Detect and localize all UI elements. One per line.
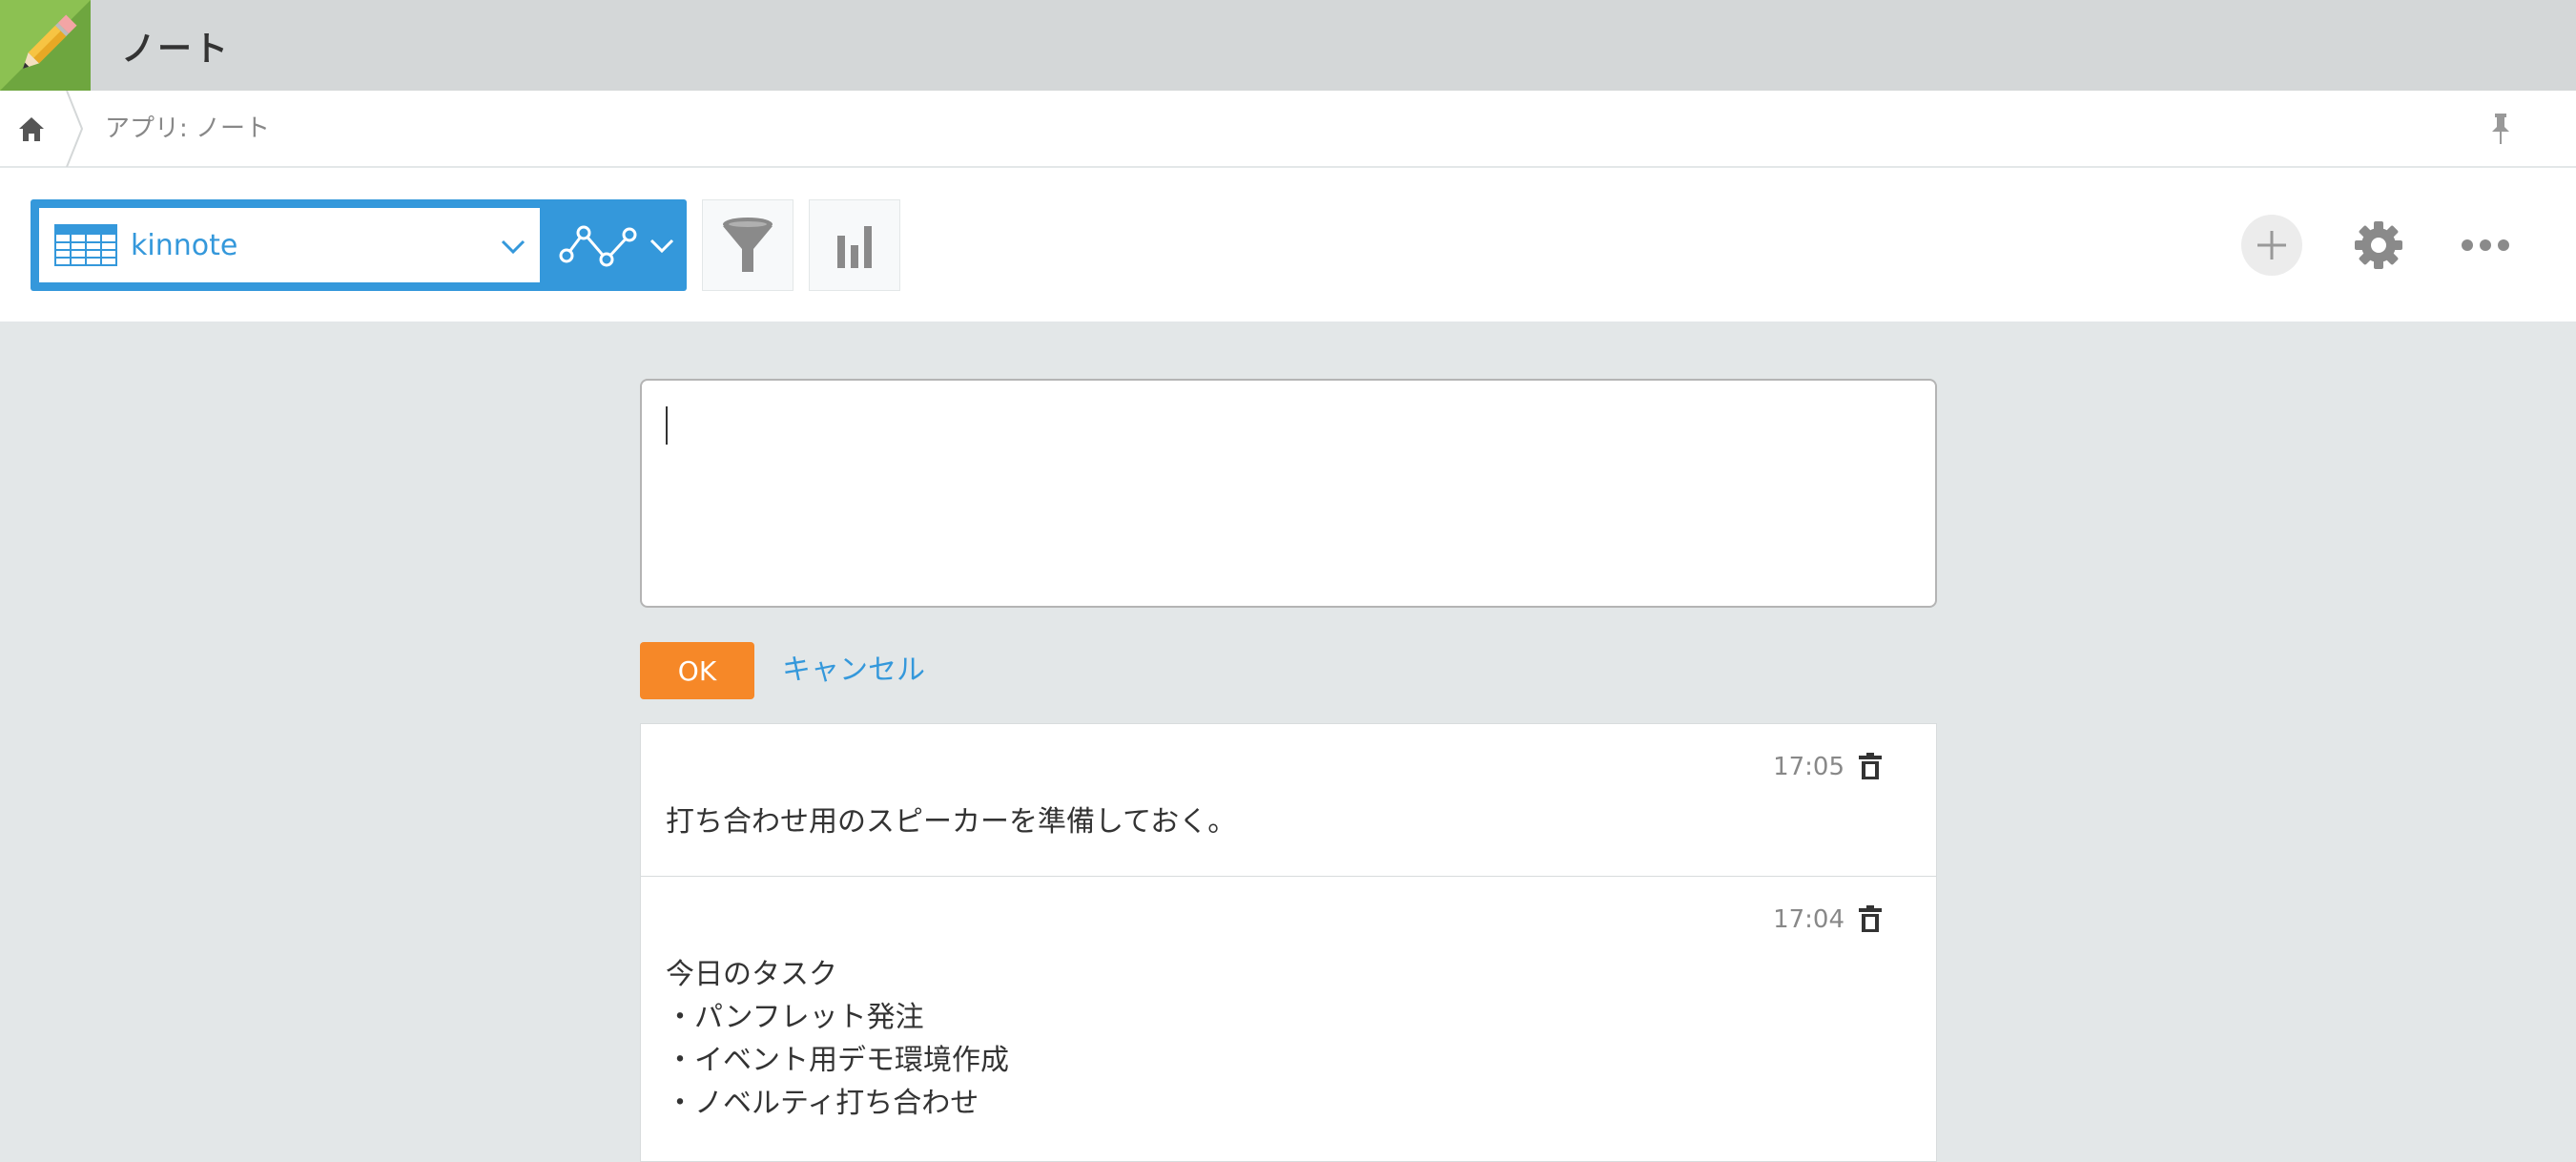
note-line: 打ち合わせ用のスピーカーを準備しておく。 — [666, 805, 1237, 839]
more-button[interactable] — [2455, 215, 2516, 276]
table-icon — [54, 224, 117, 266]
add-record-button[interactable] — [2241, 215, 2302, 276]
view-name: kinnote — [131, 228, 238, 262]
breadcrumb: アプリ: ノート — [0, 91, 2576, 167]
ok-button[interactable]: OK — [640, 642, 754, 699]
note-card: 17:05 打ち合わせ用のスピーカーを準備しておく。 — [640, 723, 1937, 877]
bar-chart-icon — [837, 226, 872, 268]
trash-icon — [1859, 753, 1882, 779]
graph-icon — [559, 225, 637, 267]
gear-icon — [2355, 221, 2402, 269]
breadcrumb-separator — [66, 91, 84, 167]
note-input[interactable] — [640, 379, 1937, 608]
app-header: ノート — [0, 0, 2576, 91]
toolbar: kinnote — [0, 168, 2576, 322]
more-icon — [2462, 239, 2509, 251]
home-button[interactable] — [0, 91, 63, 167]
text-caret — [666, 406, 668, 445]
breadcrumb-current: アプリ: ノート — [105, 114, 271, 143]
trash-icon — [1859, 905, 1882, 932]
graph-selector[interactable] — [549, 208, 677, 282]
delete-note-button[interactable] — [1856, 903, 1885, 936]
plus-icon — [2257, 231, 2286, 259]
view-selector[interactable]: kinnote — [31, 199, 687, 291]
pin-icon — [2492, 114, 2509, 144]
pin-button[interactable] — [2480, 108, 2522, 150]
home-icon — [19, 117, 44, 141]
note-time: 17:05 — [1773, 753, 1844, 781]
note-body: 今日のタスク ・パンフレット発注 ・イベント用デモ環境作成 ・ノベルティ打ち合わ… — [666, 953, 1009, 1125]
filter-button[interactable] — [702, 199, 793, 291]
note-time: 17:04 — [1773, 905, 1844, 934]
filter-icon — [723, 218, 773, 272]
view-dropdown[interactable]: kinnote — [39, 208, 540, 282]
graph-button[interactable] — [809, 199, 900, 291]
settings-button[interactable] — [2348, 215, 2409, 276]
app-title: ノート — [121, 29, 231, 69]
cancel-link[interactable]: キャンセル — [782, 642, 925, 699]
note-card: 17:04 今日のタスク ・パンフレット発注 ・イベント用デモ環境作成 ・ノベル… — [640, 876, 1937, 1162]
note-body: 打ち合わせ用のスピーカーを準備しておく。 — [666, 800, 1236, 843]
pencil-icon — [22, 14, 77, 70]
note-line: 今日のタスク — [666, 958, 837, 991]
note-line: ・イベント用デモ環境作成 — [666, 1044, 1009, 1077]
chevron-down-icon — [501, 239, 526, 255]
app-icon[interactable] — [0, 0, 91, 91]
note-line: ・パンフレット発注 — [666, 1001, 924, 1034]
chevron-down-icon — [649, 239, 674, 254]
delete-note-button[interactable] — [1856, 751, 1885, 783]
note-line: ・ノベルティ打ち合わせ — [666, 1087, 979, 1120]
